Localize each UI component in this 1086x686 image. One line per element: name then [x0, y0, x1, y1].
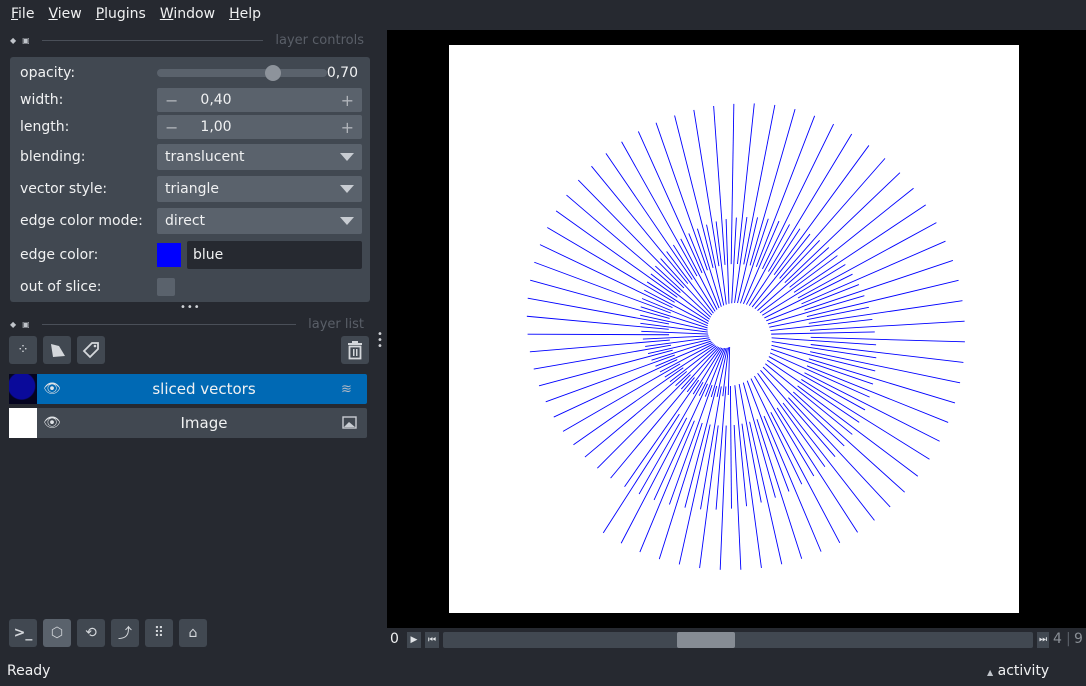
- transpose-icon: ⤴: [118, 626, 132, 642]
- layer-item-image[interactable]: 👁 Image: [9, 408, 367, 438]
- rotate-cube-icon: ⟲: [85, 625, 97, 641]
- width-value[interactable]: 0,40: [200, 92, 340, 108]
- layer-name: sliced vectors: [152, 380, 256, 398]
- canvas-render: [449, 45, 1019, 613]
- opacity-slider[interactable]: [157, 65, 327, 81]
- grid-view-button[interactable]: ⠿: [145, 619, 173, 647]
- increment-button[interactable]: +: [341, 118, 354, 137]
- edge-color-input[interactable]: blue: [187, 241, 362, 269]
- vector-style-value: triangle: [165, 181, 219, 197]
- divider: [41, 323, 297, 325]
- viewer-canvas[interactable]: [387, 30, 1086, 628]
- new-points-layer-button[interactable]: ⁘: [9, 336, 37, 364]
- activity-label: activity: [997, 663, 1050, 679]
- tag-icon: [82, 342, 99, 359]
- blending-dropdown[interactable]: translucent: [157, 144, 362, 170]
- dims-slider-track[interactable]: [443, 632, 1033, 648]
- layer-item-sliced-vectors[interactable]: 👁 sliced vectors ≋: [9, 374, 367, 404]
- reset-view-button[interactable]: ⌂: [179, 619, 207, 647]
- transpose-dims-button[interactable]: ⤴: [111, 619, 139, 647]
- terminal-icon: >_: [13, 625, 33, 641]
- divider: [41, 39, 264, 41]
- width-spinbox[interactable]: − 0,40 +: [157, 88, 362, 112]
- vector-style-label: vector style:: [20, 181, 108, 197]
- home-icon: ⌂: [188, 625, 198, 641]
- close-dock-icon[interactable]: ▣: [22, 36, 30, 45]
- roll-dims-button[interactable]: ⟲: [77, 619, 105, 647]
- vector-line: [527, 333, 670, 336]
- edge-color-swatch[interactable]: [157, 243, 181, 267]
- last-frame-button[interactable]: ⏭: [1037, 632, 1049, 648]
- visibility-eye-icon[interactable]: 👁: [37, 415, 67, 431]
- vectors-icon: ≋: [341, 381, 352, 397]
- dim-current-label: 0: [390, 631, 399, 647]
- layer-controls-panel: opacity: 0,70 width: − 0,40 + length: − 1,0…: [10, 57, 370, 302]
- console-button[interactable]: >_: [9, 619, 37, 647]
- chevron-down-icon: [340, 217, 354, 225]
- decrement-button[interactable]: −: [165, 118, 178, 137]
- dims-slider-handle[interactable]: [677, 632, 736, 648]
- chevron-down-icon: [340, 185, 354, 193]
- activity-button[interactable]: ▲ activity: [987, 663, 1049, 679]
- menu-view[interactable]: View: [41, 6, 88, 22]
- length-label: length:: [20, 119, 70, 135]
- length-value[interactable]: 1,00: [200, 119, 340, 135]
- grid-icon: ⠿: [153, 625, 165, 641]
- toggle-ndisplay-button[interactable]: ⬡: [43, 619, 71, 647]
- image-layer: [449, 45, 1019, 613]
- cube-wireframe-icon: ⬡: [50, 625, 64, 641]
- edge-color-value: blue: [193, 247, 224, 263]
- opacity-slider-handle[interactable]: [265, 65, 281, 81]
- dims-slider-row: 0 ▶ ⏮ ⏭ 4 | 9: [387, 630, 1086, 650]
- splitter-handle[interactable]: •••: [180, 302, 201, 313]
- layer-controls-title: layer controls: [275, 32, 364, 48]
- out-of-slice-checkbox[interactable]: [157, 278, 175, 296]
- increment-button[interactable]: +: [341, 91, 354, 110]
- opacity-value: 0,70: [326, 65, 358, 81]
- trash-icon: [348, 341, 362, 360]
- visibility-eye-icon[interactable]: 👁: [37, 381, 67, 397]
- status-text: Ready: [7, 663, 51, 679]
- layer-list-header: ◆ ▣ layer list: [10, 315, 364, 333]
- menu-window[interactable]: Window: [153, 6, 222, 22]
- layer-thumbnail: [9, 374, 37, 404]
- edge-color-mode-value: direct: [165, 213, 206, 229]
- chevron-down-icon: [340, 153, 354, 161]
- new-labels-layer-button[interactable]: [77, 336, 105, 364]
- menu-help[interactable]: Help: [222, 6, 268, 22]
- close-dock-icon[interactable]: ▣: [22, 320, 30, 329]
- points-icon: ⁘: [17, 342, 29, 358]
- out-of-slice-label: out of slice:: [20, 279, 102, 295]
- play-button[interactable]: ▶: [407, 632, 421, 648]
- layer-name: Image: [180, 414, 228, 432]
- image-icon: [342, 416, 357, 429]
- edge-color-mode-dropdown[interactable]: direct: [157, 208, 362, 234]
- vector-style-dropdown[interactable]: triangle: [157, 176, 362, 202]
- edge-color-mode-label: edge color mode:: [20, 213, 143, 229]
- layer-thumbnail: [9, 408, 37, 438]
- dim-separator: |: [1066, 631, 1071, 647]
- dim-value[interactable]: 4: [1053, 631, 1062, 647]
- new-shapes-layer-button[interactable]: [43, 336, 71, 364]
- edge-color-label: edge color:: [20, 247, 99, 263]
- blending-label: blending:: [20, 149, 86, 165]
- length-spinbox[interactable]: − 1,00 +: [157, 115, 362, 139]
- float-icon[interactable]: ◆: [10, 320, 16, 329]
- dim-max[interactable]: 9: [1074, 631, 1083, 647]
- menubar: File View Plugins Window Help: [0, 0, 268, 28]
- panel-menu-handle[interactable]: • • •: [377, 330, 383, 352]
- shapes-icon: [51, 344, 65, 357]
- layer-controls-header: ◆ ▣ layer controls: [10, 31, 364, 49]
- menu-plugins[interactable]: Plugins: [89, 6, 153, 22]
- caret-up-icon: ▲: [987, 668, 994, 677]
- blending-value: translucent: [165, 149, 245, 165]
- opacity-label: opacity:: [20, 65, 76, 81]
- width-label: width:: [20, 92, 64, 108]
- decrement-button[interactable]: −: [165, 91, 178, 110]
- first-frame-button[interactable]: ⏮: [425, 632, 439, 648]
- float-icon[interactable]: ◆: [10, 36, 16, 45]
- layer-list-title: layer list: [308, 316, 364, 332]
- delete-layer-button[interactable]: [341, 336, 369, 364]
- menu-file[interactable]: File: [4, 6, 41, 22]
